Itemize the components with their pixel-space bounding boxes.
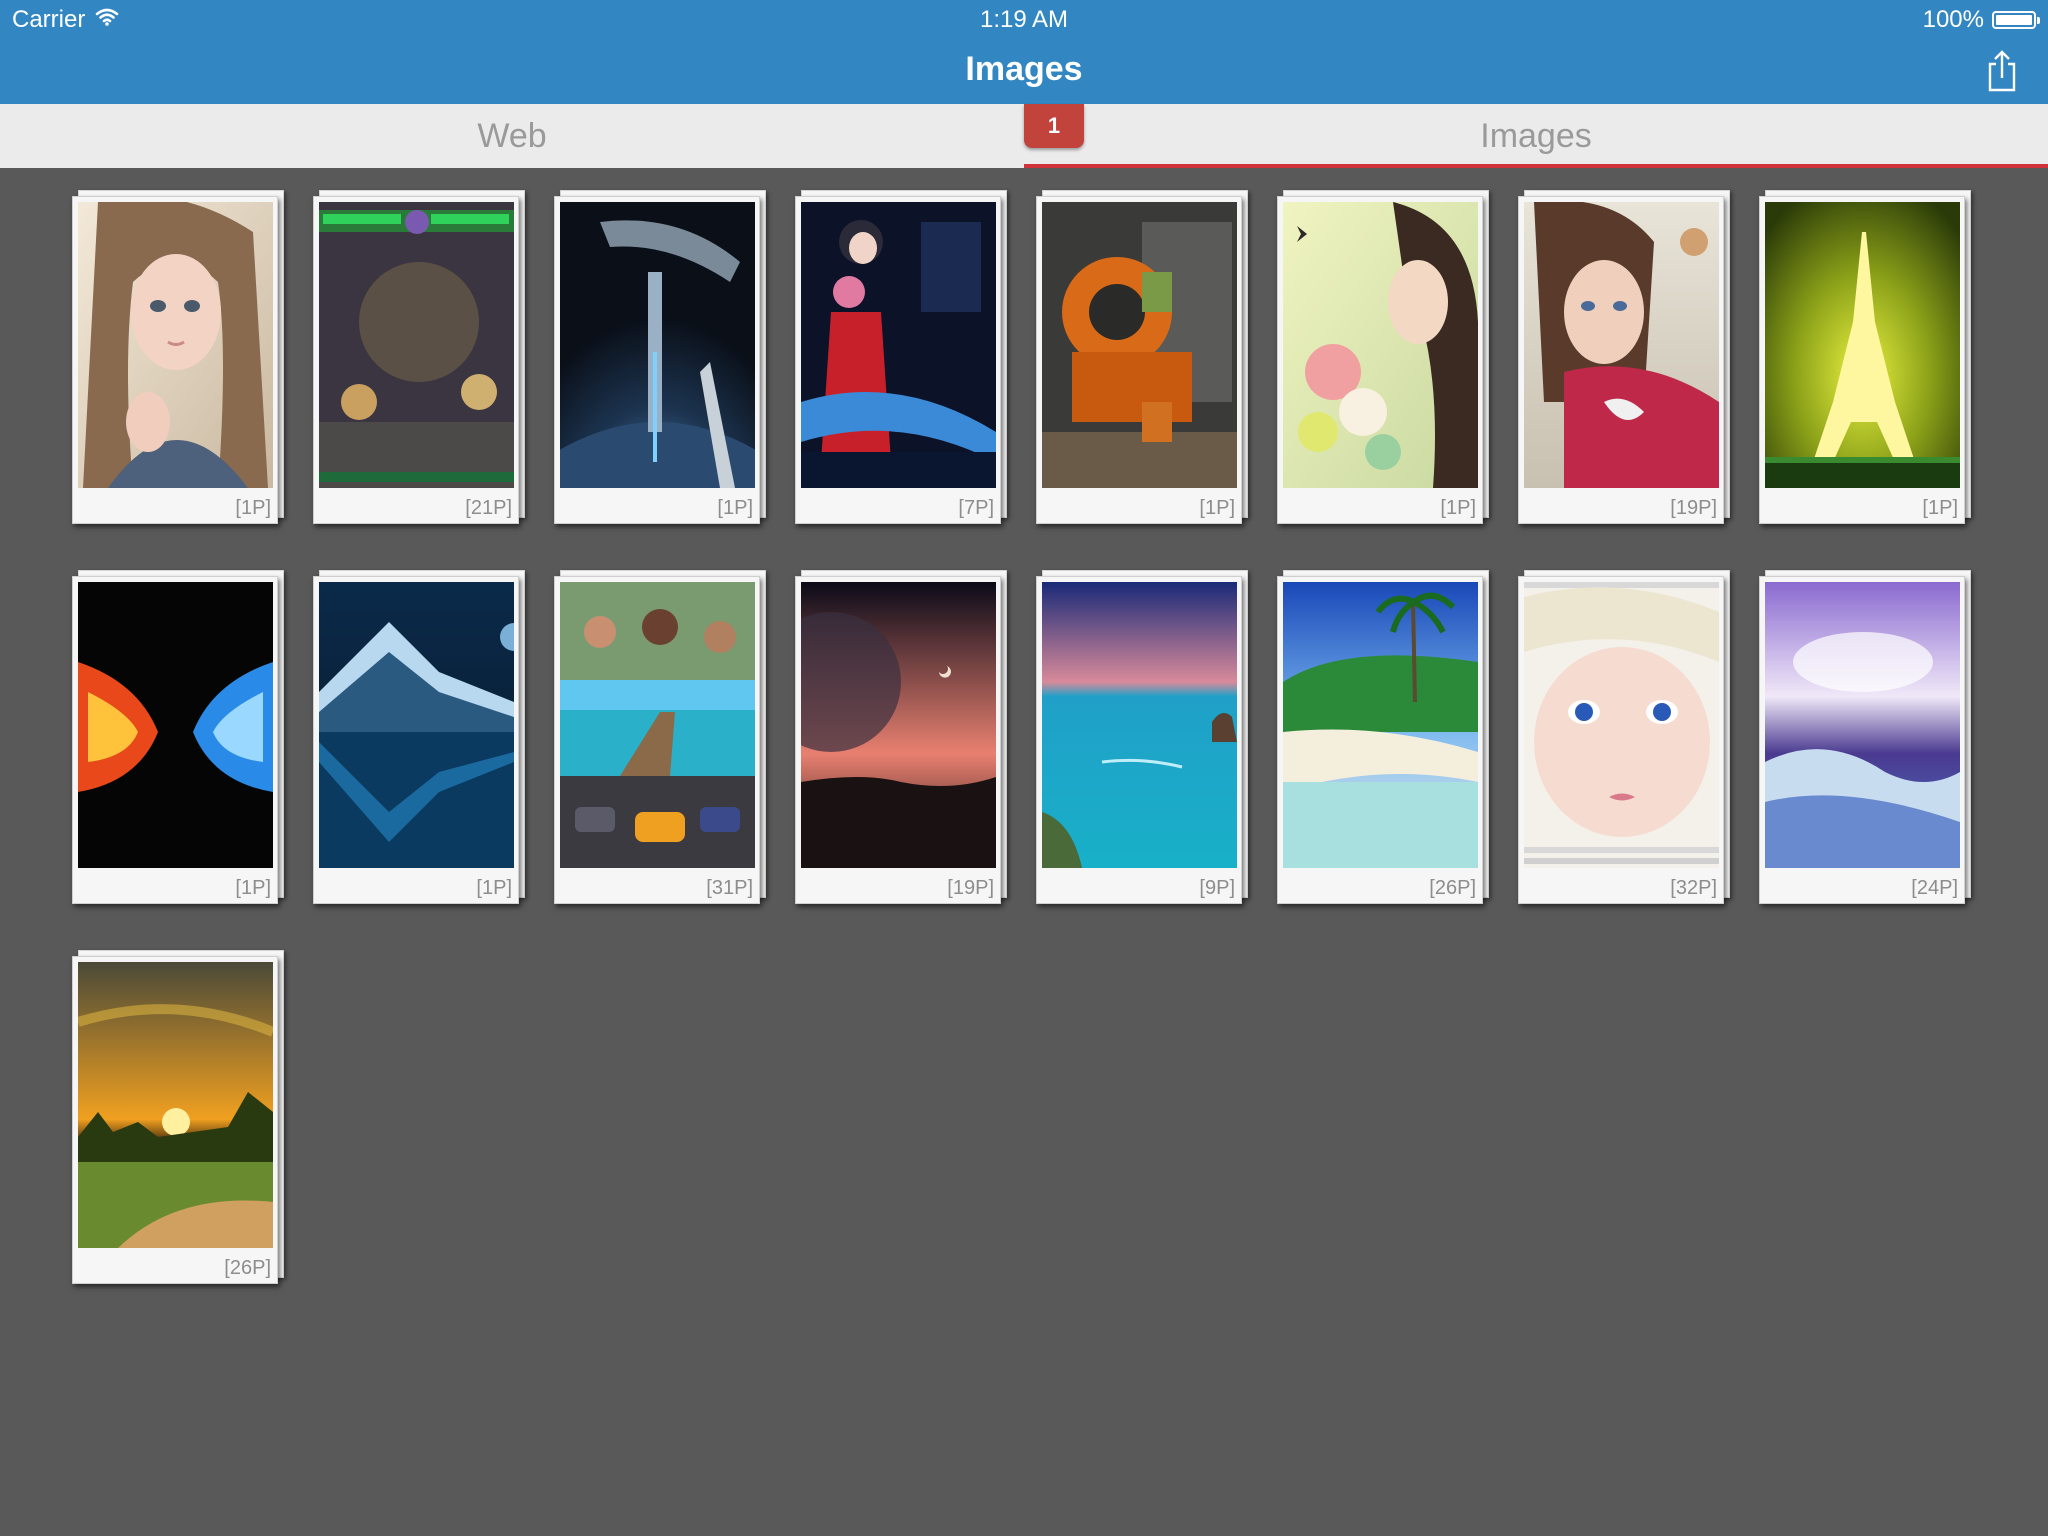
album-photo-count: [1P] xyxy=(1922,497,1958,519)
album-thumbnail xyxy=(1042,202,1237,488)
album-stack-front: [1P] xyxy=(1036,196,1242,524)
album-card[interactable]: [26P] xyxy=(1277,570,1489,904)
album-stack-front: [1P] xyxy=(1759,196,1965,524)
album-photo-count: [21P] xyxy=(465,497,512,519)
album-card[interactable]: [9P] xyxy=(1036,570,1248,904)
album-stack-front: [1P] xyxy=(554,196,760,524)
album-thumbnail xyxy=(560,582,755,868)
album-thumbnail xyxy=(801,202,996,488)
battery-icon xyxy=(1992,11,2040,29)
album-card[interactable]: [19P] xyxy=(1518,190,1730,524)
album-thumbnail xyxy=(1524,202,1719,488)
album-card[interactable]: [24P] xyxy=(1759,570,1971,904)
album-thumbnail xyxy=(78,582,273,868)
album-stack-front: [19P] xyxy=(795,576,1001,904)
album-thumbnail xyxy=(1765,202,1960,488)
battery-percent: 100% xyxy=(1922,6,1984,33)
share-button[interactable] xyxy=(1982,48,2022,94)
album-card[interactable]: [1P] xyxy=(1036,190,1248,524)
album-thumbnail xyxy=(1042,582,1237,868)
album-card[interactable]: [21P] xyxy=(313,190,525,524)
album-grid: [1P] [21P] [1P] [7P] [1P] [1P] [19P] [1P… xyxy=(72,190,1992,1284)
tab-images[interactable]: Images xyxy=(1024,104,2048,168)
album-card[interactable]: [31P] xyxy=(554,570,766,904)
album-card[interactable]: [1P] xyxy=(313,570,525,904)
album-photo-count: [19P] xyxy=(1670,497,1717,519)
album-thumbnail xyxy=(1283,202,1478,488)
album-thumbnail xyxy=(1283,582,1478,868)
album-photo-count: [26P] xyxy=(1429,877,1476,899)
album-photo-count: [1P] xyxy=(235,877,271,899)
album-thumbnail xyxy=(78,962,273,1248)
album-thumbnail xyxy=(560,202,755,488)
album-stack-front: [26P] xyxy=(72,956,278,1284)
album-stack-front: [32P] xyxy=(1518,576,1724,904)
album-thumbnail xyxy=(78,202,273,488)
album-card[interactable]: [1P] xyxy=(72,570,284,904)
status-bar-right: 100% xyxy=(1922,6,2040,34)
album-photo-count: [26P] xyxy=(224,1257,271,1279)
album-stack-front: [31P] xyxy=(554,576,760,904)
album-photo-count: [9P] xyxy=(1199,877,1235,899)
album-stack-front: [26P] xyxy=(1277,576,1483,904)
album-photo-count: [1P] xyxy=(235,497,271,519)
album-photo-count: [1P] xyxy=(717,497,753,519)
album-card[interactable]: [1P] xyxy=(1277,190,1489,524)
album-stack-front: [1P] xyxy=(72,576,278,904)
album-card[interactable]: [7P] xyxy=(795,190,1007,524)
album-card[interactable]: [32P] xyxy=(1518,570,1730,904)
album-photo-count: [1P] xyxy=(476,877,512,899)
album-stack-front: [9P] xyxy=(1036,576,1242,904)
album-card[interactable]: [26P] xyxy=(72,950,284,1284)
album-stack-front: [1P] xyxy=(313,576,519,904)
album-stack-front: [1P] xyxy=(1277,196,1483,524)
album-photo-count: [1P] xyxy=(1199,497,1235,519)
status-time: 1:19 AM xyxy=(979,6,1069,33)
segment-tabs: Web Images 1 xyxy=(0,104,2048,168)
album-stack-front: [1P] xyxy=(72,196,278,524)
album-stack-front: [7P] xyxy=(795,196,1001,524)
selected-tab-indicator xyxy=(1024,164,2048,168)
page-title: Images xyxy=(965,50,1083,88)
album-photo-count: [32P] xyxy=(1670,877,1717,899)
album-card[interactable]: [1P] xyxy=(1759,190,1971,524)
album-stack-front: [19P] xyxy=(1518,196,1724,524)
album-photo-count: [7P] xyxy=(958,497,994,519)
album-stack-front: [24P] xyxy=(1759,576,1965,904)
album-photo-count: [19P] xyxy=(947,877,994,899)
album-thumbnail xyxy=(1524,582,1719,868)
navigation-bar: Carrier 1:19 AM 100% Images xyxy=(0,0,2048,104)
album-thumbnail xyxy=(319,202,514,488)
tab-badge: 1 xyxy=(1024,104,1084,148)
album-photo-count: [24P] xyxy=(1911,877,1958,899)
tab-web[interactable]: Web xyxy=(0,104,1024,168)
album-thumbnail xyxy=(1765,582,1960,868)
album-thumbnail xyxy=(319,582,514,868)
album-card[interactable]: [19P] xyxy=(795,570,1007,904)
album-photo-count: [1P] xyxy=(1440,497,1476,519)
share-icon xyxy=(1988,50,2016,92)
album-card[interactable]: [1P] xyxy=(554,190,766,524)
album-card[interactable]: [1P] xyxy=(72,190,284,524)
album-stack-front: [21P] xyxy=(313,196,519,524)
album-photo-count: [31P] xyxy=(706,877,753,899)
album-thumbnail xyxy=(801,582,996,868)
